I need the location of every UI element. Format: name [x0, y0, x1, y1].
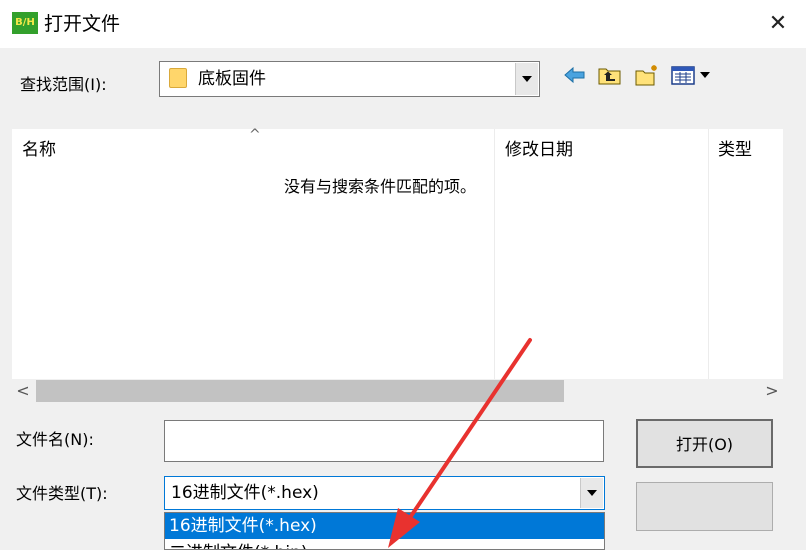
dropdown-option[interactable]: 二进制文件(*.bin)	[165, 540, 604, 549]
title-bar: B/H 打开文件 ✕	[0, 0, 806, 48]
lookin-combobox[interactable]: 底板固件	[159, 61, 540, 97]
horizontal-scrollbar[interactable]: < >	[12, 380, 783, 402]
up-folder-icon[interactable]	[597, 64, 623, 86]
filetype-label: 文件类型(T):	[16, 484, 108, 503]
empty-message: 没有与搜索条件匹配的项。	[284, 177, 477, 196]
close-button[interactable]: ✕	[760, 8, 796, 40]
file-list[interactable]: ^ 名称 修改日期 类型 没有与搜索条件匹配的项。	[12, 127, 783, 379]
filename-input[interactable]	[164, 420, 604, 462]
cancel-button[interactable]	[636, 482, 773, 531]
lookin-value: 底板固件	[198, 69, 266, 89]
back-icon[interactable]	[562, 64, 588, 86]
column-divider[interactable]	[494, 129, 495, 379]
column-divider[interactable]	[708, 129, 709, 379]
dropdown-option[interactable]: 16进制文件(*.hex)	[165, 513, 604, 539]
filetype-value: 16进制文件(*.hex)	[171, 483, 319, 503]
scroll-right-icon[interactable]: >	[761, 380, 783, 402]
new-folder-icon[interactable]	[634, 64, 660, 86]
column-header-type[interactable]: 类型	[718, 139, 752, 161]
app-icon: B/H	[12, 12, 38, 34]
chevron-down-icon[interactable]	[580, 478, 603, 508]
chevron-down-icon[interactable]	[515, 63, 538, 95]
window-title: 打开文件	[44, 13, 121, 35]
filetype-combobox[interactable]: 16进制文件(*.hex)	[164, 476, 605, 510]
lookin-label: 查找范围(I):	[20, 75, 107, 94]
sort-ascending-icon: ^	[249, 127, 261, 143]
view-menu-icon[interactable]	[670, 64, 714, 86]
scroll-left-icon[interactable]: <	[12, 380, 34, 402]
folder-icon	[169, 68, 187, 88]
filetype-dropdown-list[interactable]: 16进制文件(*.hex) 二进制文件(*.bin)	[164, 512, 605, 550]
filename-label: 文件名(N):	[16, 430, 94, 449]
scrollbar-thumb[interactable]	[36, 380, 564, 402]
column-header-modified[interactable]: 修改日期	[505, 139, 573, 161]
column-header-name[interactable]: 名称	[22, 139, 56, 161]
open-button[interactable]: 打开(O)	[636, 419, 773, 468]
